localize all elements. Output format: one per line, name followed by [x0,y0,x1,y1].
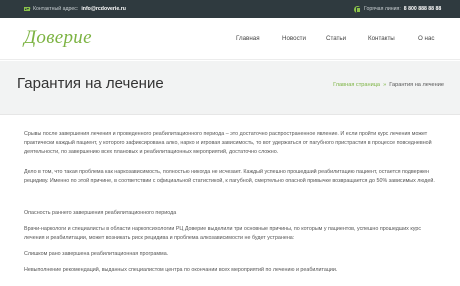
nav-item-about[interactable]: О нас [418,35,434,42]
paragraph: Врачи-наркологи и специалисты в области … [24,226,421,242]
paragraph: Дело в том, что такая проблема как нарко… [24,169,435,185]
breadcrumb-current: Гарантия на лечение [389,82,444,88]
page-title: Гарантия на лечение [17,75,164,92]
email-label: Контактный адрес: [33,6,79,12]
envelope-icon [24,6,30,12]
nav-item-news[interactable]: Новости [282,35,306,42]
nav-item-contacts[interactable]: Контакты [368,35,395,42]
nav-item-home[interactable]: Главная [236,35,260,42]
page-header: Гарантия на лечение Главная страница » Г… [0,61,460,115]
contact-email: Контактный адрес: info@rcdoverie.ru [24,0,126,18]
section-heading: Опасность раннего завершения реабилитаци… [24,210,177,216]
phone-link[interactable]: 8 800 888 88 88 [404,6,442,12]
paragraph: Невыполнение рекомендаций, выданных спец… [24,267,338,273]
breadcrumb: Главная страница » Гарантия на лечение [333,82,444,88]
top-bar: Контактный адрес: info@rcdoverie.ru Горя… [0,0,460,18]
paragraph: Срывы после завершения лечения и проведе… [24,131,432,156]
email-link[interactable]: info@rcdoverie.ru [81,6,126,12]
breadcrumb-home-link[interactable]: Главная страница [333,82,380,88]
site-header: Доверие Главная Новости Статьи Контакты … [0,18,460,60]
nav-item-articles[interactable]: Статьи [326,35,346,42]
phone-icon [354,5,361,13]
phone-label: Горячая линия: [364,6,401,12]
paragraph: Слишком рано завершена реабилитационная … [24,251,169,257]
hotline: Горячая линия: 8 800 888 88 88 [354,0,441,18]
breadcrumb-separator: » [383,82,387,88]
site-logo[interactable]: Доверие [24,27,92,49]
